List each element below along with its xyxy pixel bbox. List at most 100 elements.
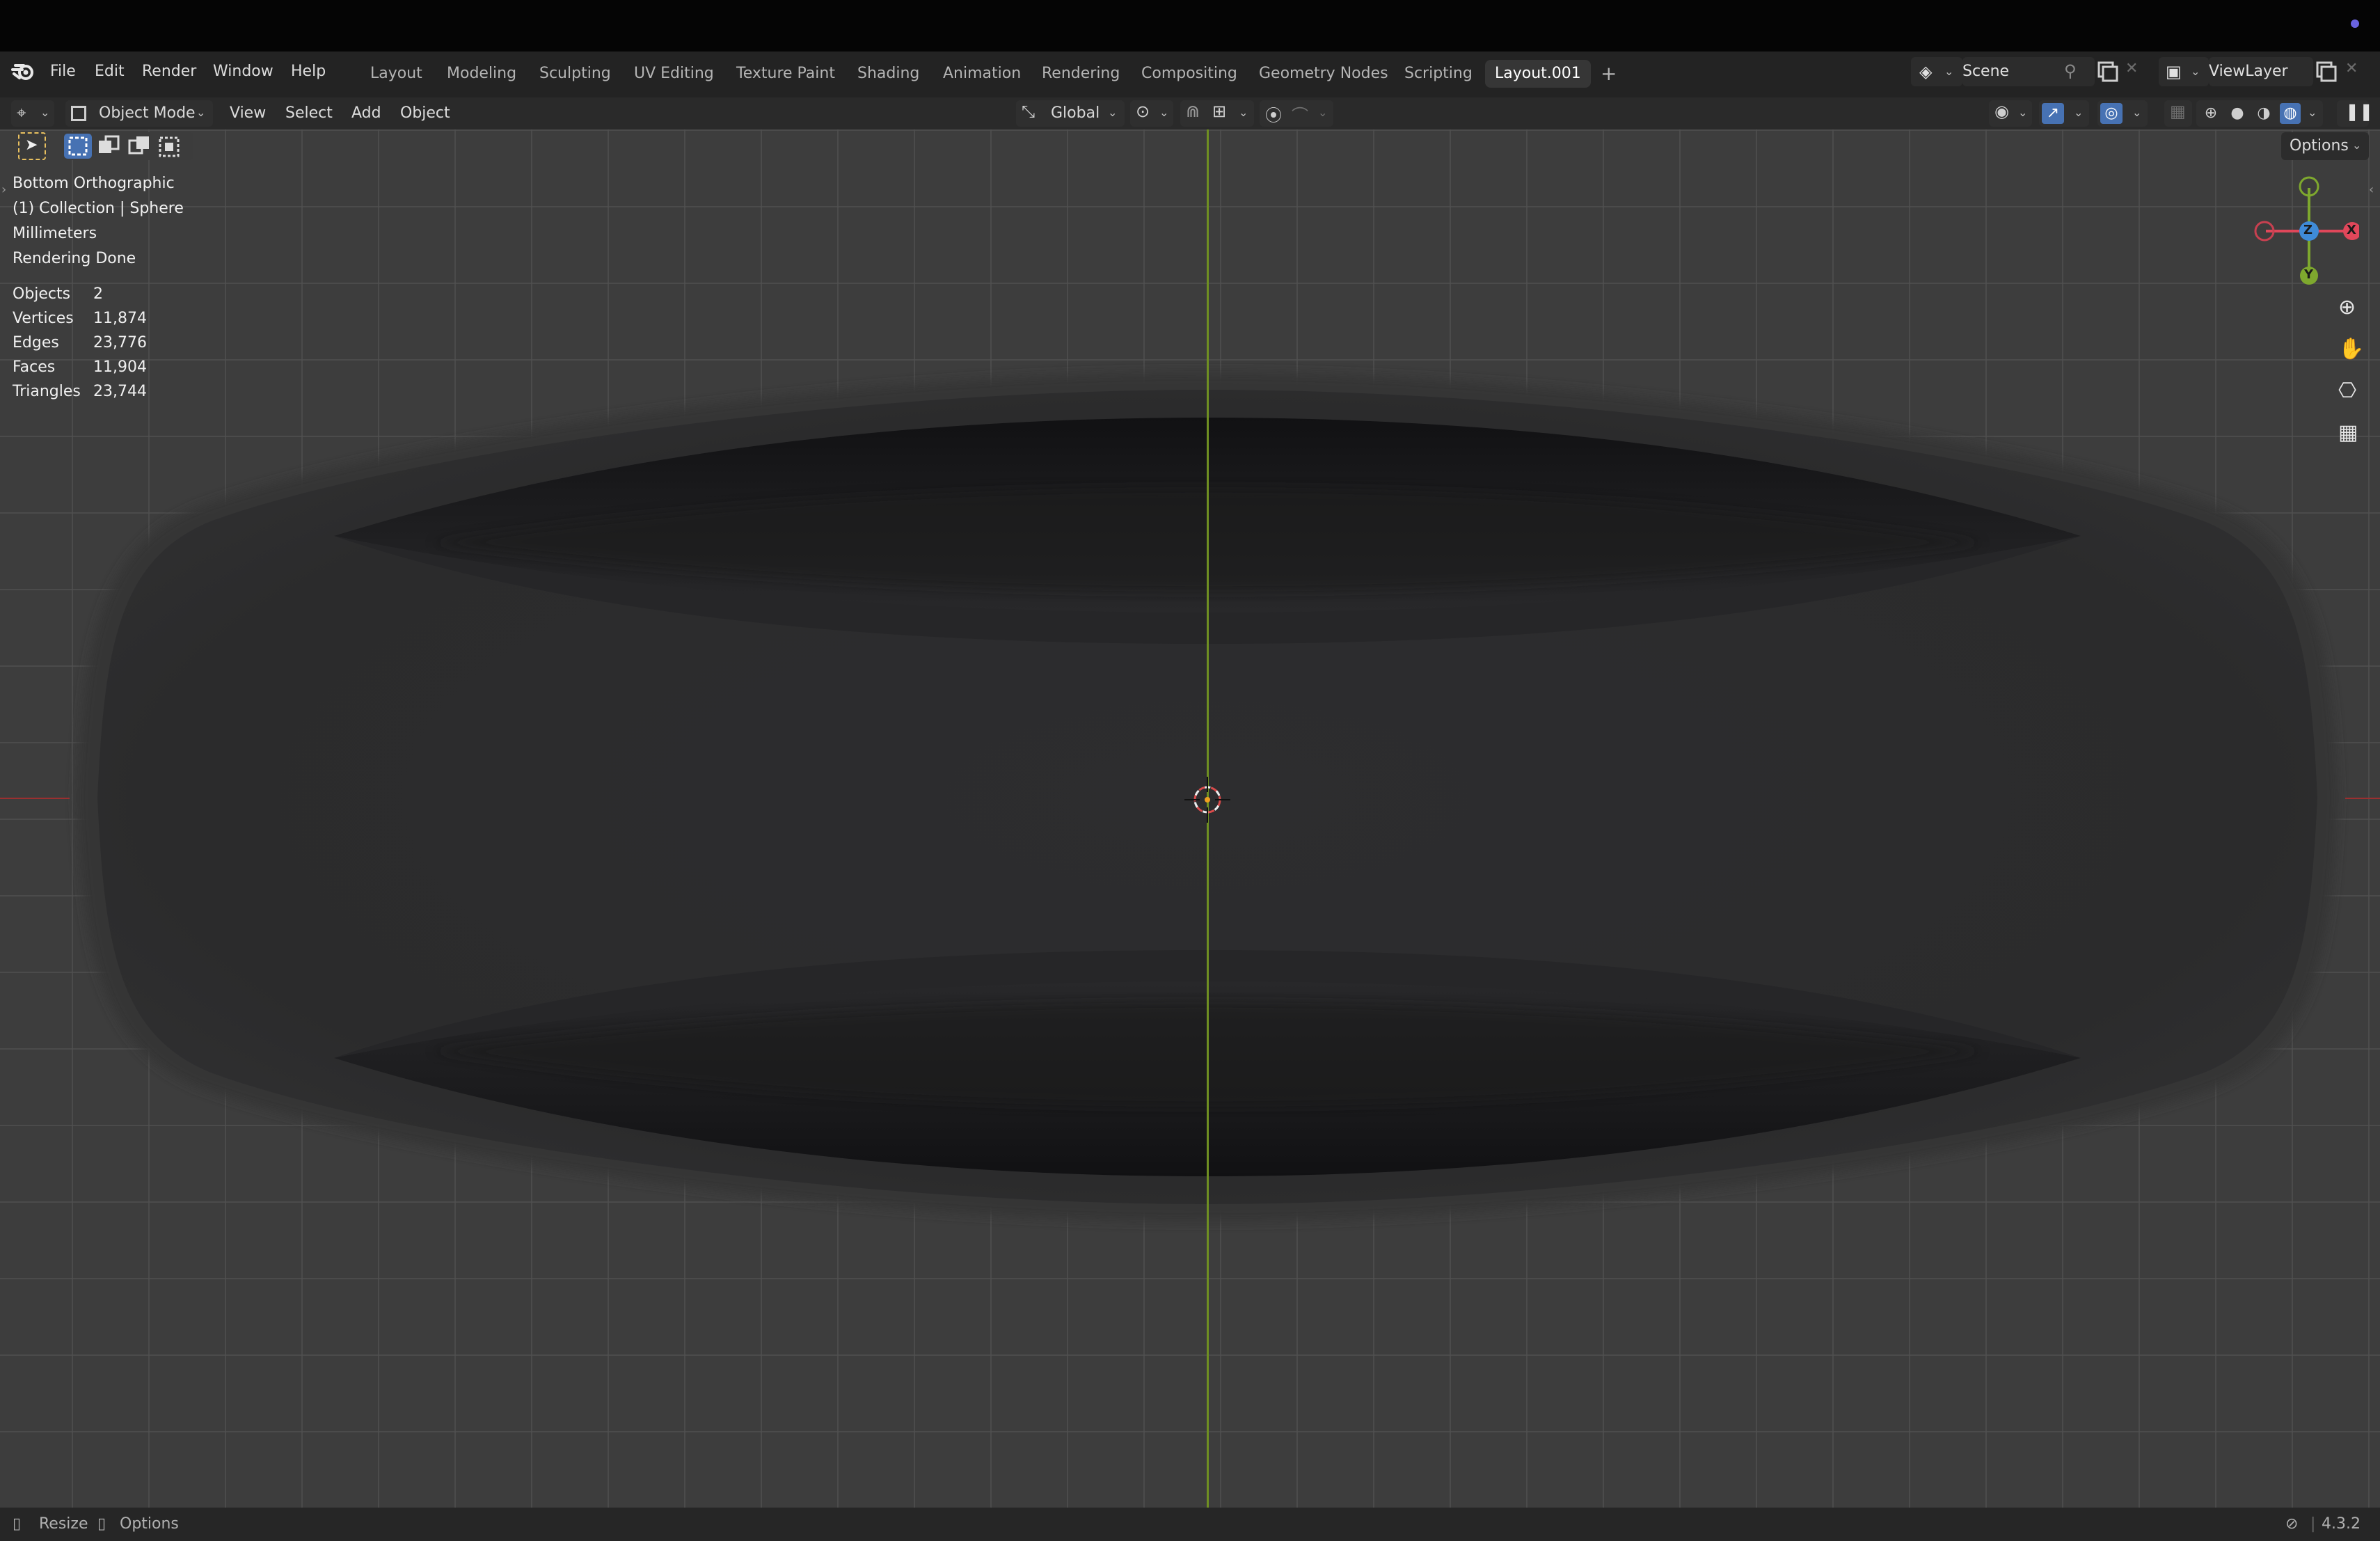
menu-edit[interactable]: Edit: [95, 60, 125, 84]
chevron-down-icon: ⌄: [2018, 106, 2028, 119]
menu-object[interactable]: Object: [400, 97, 450, 129]
stat-row: Faces 11,904: [13, 358, 193, 383]
mode-label: Object Mode: [99, 104, 196, 122]
overlays-dropdown[interactable]: ◎ ⌄: [2097, 100, 2148, 127]
stat-row: Triangles 23,744: [13, 383, 193, 407]
tab-animation[interactable]: Animation: [933, 60, 1031, 88]
status-resize: Resize: [39, 1515, 88, 1533]
select-subtract-icon[interactable]: [125, 134, 153, 159]
viewlayer-type-button[interactable]: ▣ ⌄: [2159, 57, 2209, 86]
stat-value: 23,744: [93, 383, 147, 400]
view-name: Bottom Orthographic: [13, 175, 175, 192]
zoom-icon: ⊕: [2338, 295, 2356, 319]
pause-icon: ❚❚: [2345, 102, 2374, 121]
proportional-edit-icon: ⦿: [1265, 106, 1282, 125]
scene-type-button[interactable]: ◈ ⌄: [1911, 57, 1962, 86]
stat-label: Faces: [13, 358, 56, 376]
pin-icon[interactable]: ⚲: [2064, 61, 2077, 81]
tab-compositing[interactable]: Compositing: [1132, 60, 1247, 88]
new-viewlayer-icon[interactable]: [2313, 60, 2338, 84]
scene-statistics: Objects 2 Vertices 11,874 Edges 23,776 F…: [13, 285, 193, 407]
pause-render-button[interactable]: ❚❚: [2337, 100, 2373, 127]
tab-geometry-nodes[interactable]: Geometry Nodes: [1249, 60, 1398, 88]
menu-add[interactable]: Add: [351, 97, 381, 129]
tab-rendering[interactable]: Rendering: [1032, 60, 1129, 88]
menu-window[interactable]: Window: [213, 60, 273, 84]
grid-icon: ▦: [2338, 420, 2358, 445]
magnet-icon: ⋒: [1186, 102, 1200, 121]
toolbar-toggle-icon[interactable]: ›: [1, 182, 6, 197]
delete-scene-icon[interactable]: ✕: [2125, 60, 2138, 77]
select-intersect-icon[interactable]: [156, 134, 184, 159]
sidebar-toggle-icon[interactable]: ‹: [2369, 182, 2374, 197]
menu-select[interactable]: Select: [285, 97, 333, 129]
stat-value: 23,776: [93, 334, 147, 351]
pivot-point-dropdown[interactable]: ⊙ ⌄: [1130, 100, 1173, 127]
chevron-down-icon: ⌄: [2352, 139, 2362, 152]
xray-toggle[interactable]: ▦: [2164, 100, 2192, 127]
scene-name: Scene: [1962, 63, 2010, 80]
material-preview-icon[interactable]: ◑: [2253, 103, 2274, 124]
tab-layout[interactable]: Layout: [360, 60, 432, 88]
new-scene-icon[interactable]: [2095, 60, 2120, 84]
object-mode-icon: [71, 106, 86, 121]
stat-label: Edges: [13, 334, 59, 351]
tab-shading[interactable]: Shading: [848, 60, 929, 88]
select-extend-icon[interactable]: [95, 134, 122, 159]
rendered-shading-icon[interactable]: ◍: [2280, 103, 2301, 124]
camera-view-button[interactable]: ⎔: [2330, 373, 2367, 411]
stat-row: Vertices 11,874: [13, 310, 193, 334]
viewport-options-dropdown[interactable]: Options ⌄: [2281, 132, 2369, 160]
stat-value: 11,904: [93, 358, 147, 376]
navigation-gizmo[interactable]: Z X Y: [2248, 171, 2361, 297]
solid-shading-icon[interactable]: ●: [2227, 103, 2248, 124]
delete-viewlayer-icon[interactable]: ✕: [2345, 60, 2358, 77]
tab-scripting[interactable]: Scripting: [1395, 60, 1482, 88]
wireframe-shading-icon[interactable]: ⊕: [2200, 103, 2221, 124]
chevron-down-icon: ⌄: [1159, 106, 1169, 119]
os-indicator-dot: [2351, 19, 2359, 28]
tab-layout-001[interactable]: Layout.001: [1485, 60, 1591, 88]
shading-mode-group: ⊕ ● ◑ ◍ ⌄: [2196, 100, 2323, 127]
pan-button[interactable]: ✋: [2330, 331, 2367, 369]
menu-file[interactable]: File: [50, 60, 76, 84]
3d-cursor-icon[interactable]: [1183, 775, 1232, 824]
zoom-button[interactable]: ⊕: [2330, 290, 2367, 327]
add-workspace-button[interactable]: +: [1591, 60, 1626, 88]
tweak-tool-button[interactable]: ➤: [18, 132, 46, 160]
status-divider: |: [2310, 1515, 2316, 1533]
hand-icon: ✋: [2338, 337, 2365, 361]
pivot-icon: ⊙: [1136, 102, 1150, 121]
stat-row: Objects 2: [13, 285, 193, 310]
viewlayer-name-field[interactable]: ViewLayer: [2209, 57, 2313, 86]
mode-dropdown[interactable]: Object Mode ⌄: [65, 100, 213, 127]
menu-render[interactable]: Render: [142, 60, 196, 84]
snap-increment-icon: ⊞: [1212, 102, 1227, 121]
blender-logo-icon[interactable]: [11, 60, 36, 84]
menu-view[interactable]: View: [230, 97, 266, 129]
snap-dropdown[interactable]: ⋒ ⊞ ⌄: [1180, 100, 1254, 127]
tab-uv-editing[interactable]: UV Editing: [624, 60, 724, 88]
select-new-icon[interactable]: [64, 134, 92, 159]
chevron-down-icon: ⌄: [1239, 106, 1248, 119]
chevron-down-icon: ⌄: [40, 106, 50, 119]
stat-label: Objects: [13, 285, 71, 303]
transform-orientation-dropdown[interactable]: ⤡ Global ⌄: [1016, 100, 1125, 127]
eye-icon: ◉: [1994, 102, 2009, 121]
menu-help[interactable]: Help: [291, 60, 326, 84]
stat-value: 2: [93, 285, 103, 303]
tab-sculpting[interactable]: Sculpting: [530, 60, 621, 88]
proportional-editing-dropdown[interactable]: ⦿ ⌒ ⌄: [1260, 100, 1333, 127]
tab-modeling[interactable]: Modeling: [437, 60, 526, 88]
chevron-down-icon: ⌄: [196, 106, 206, 119]
visibility-dropdown[interactable]: ◉ ⌄: [1989, 100, 2032, 127]
status-options: Options: [120, 1515, 179, 1533]
editor-type-button[interactable]: ⌖ ⌄: [11, 100, 54, 127]
ortho-toggle-button[interactable]: ▦: [2330, 415, 2367, 452]
viewlayer-name: ViewLayer: [2209, 63, 2288, 80]
stat-value: 11,874: [93, 310, 147, 327]
chevron-down-icon[interactable]: ⌄: [2308, 106, 2317, 119]
tab-texture-paint[interactable]: Texture Paint: [727, 60, 845, 88]
gizmo-dropdown[interactable]: ↗ ⌄: [2039, 100, 2089, 127]
collection-object-label: (1) Collection | Sphere: [13, 200, 184, 217]
